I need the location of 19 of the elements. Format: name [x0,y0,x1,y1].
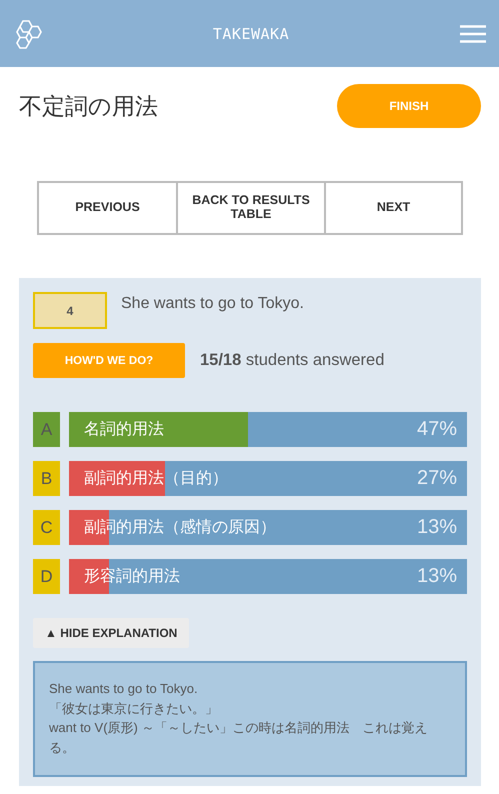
option-label: 名詞的用法 [84,420,164,440]
option-percent: 27% [416,467,457,490]
option-letter: A [33,412,60,447]
hexagon-logo-icon[interactable] [14,18,42,48]
option-percent: 13% [416,565,457,588]
menu-icon[interactable] [460,24,486,42]
page-title: 不定詞の用法 [19,92,158,120]
explanation-toggle[interactable]: ▲ HIDE EXPLANATION [33,618,190,648]
explanation-text: She wants to go to Tokyo. 「彼女は東京に行きたい。」 want to V(原形) ～「～したい」この時は名詞的用法 これは覚える。 [49,680,428,756]
question-text: She wants to go to Tokyo. [121,295,304,313]
answered-count: 15/18 students answered [200,351,384,370]
option-letter: B [33,461,60,496]
option-letter: C [33,510,60,545]
option-label: 副詞的用法（目的） [84,468,228,489]
brand-name: TAKEWAKA [212,24,290,42]
option-letter: D [33,559,60,594]
option-percent: 13% [416,516,457,539]
option-percent: 47% [416,418,457,441]
question-number: 4 [33,292,107,329]
